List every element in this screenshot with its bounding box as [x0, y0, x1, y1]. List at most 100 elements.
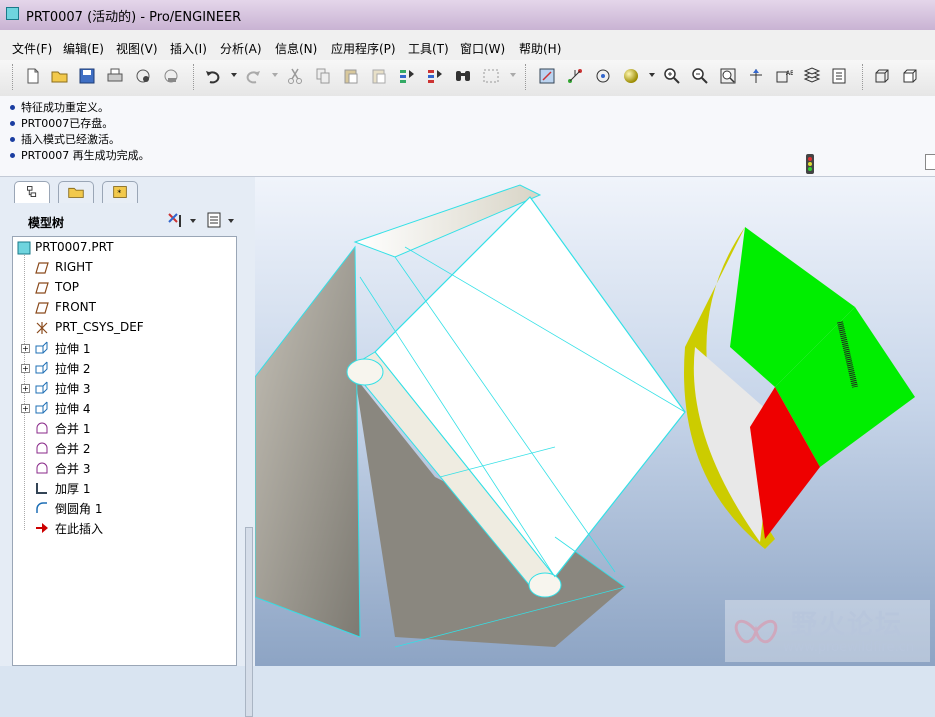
- model-tree: PRT0007.PRT RIGHT TOP FRONT PRT_CSYS_DEF…: [12, 236, 237, 666]
- message-area: 特征成功重定义。 PRT0007已存盘。 插入模式已经激活。 PRT0007 再…: [0, 96, 935, 177]
- cube-round-corner: [528, 572, 562, 598]
- regenerate-icon[interactable]: [398, 67, 416, 85]
- thicken-icon: [35, 481, 49, 495]
- toolbar: AB: [0, 60, 935, 97]
- merge-icon: [35, 441, 49, 455]
- paste-special-icon[interactable]: [370, 67, 388, 85]
- toolbar-grip[interactable]: [193, 64, 197, 90]
- menu-insert[interactable]: 插入(I): [170, 40, 207, 57]
- regen-manager-icon[interactable]: [426, 67, 444, 85]
- select-box-icon[interactable]: [482, 67, 500, 85]
- message-line: PRT0007 再生成功完成。: [10, 147, 150, 163]
- toolbar-grip[interactable]: [862, 64, 866, 90]
- send-link-icon[interactable]: [162, 67, 180, 85]
- insert-here-arrow-icon: [35, 521, 49, 535]
- layers-icon[interactable]: [803, 67, 821, 85]
- extrude-icon: [35, 341, 49, 355]
- svg-text:AB: AB: [786, 70, 793, 77]
- panel-splitter[interactable]: [245, 527, 253, 717]
- print-icon[interactable]: [106, 67, 124, 85]
- view-manager-icon[interactable]: [831, 67, 849, 85]
- paste-icon[interactable]: [342, 67, 360, 85]
- forum-watermark: 野火论坛 www.proewildfire.cn: [725, 600, 930, 662]
- navigator-panel: * 模型树 PRT0007.PRT RIGHT TOP FRONT PRT_CS…: [0, 177, 255, 717]
- watermark-url: www.proewildfire.cn: [783, 640, 914, 655]
- select-dropdown-icon[interactable]: [510, 73, 516, 77]
- saved-views-icon[interactable]: AB: [775, 67, 793, 85]
- undo-dropdown-icon[interactable]: [231, 73, 237, 77]
- tab-model-tree[interactable]: [14, 181, 50, 203]
- app-icon: [6, 7, 19, 20]
- model-3d-view[interactable]: [255, 177, 935, 666]
- menu-edit[interactable]: 编辑(E): [63, 40, 104, 57]
- part-icon: [17, 241, 31, 255]
- menu-window[interactable]: 窗口(W): [460, 40, 505, 57]
- show-dropdown-icon[interactable]: [228, 219, 234, 223]
- menu-file[interactable]: 文件(F): [12, 40, 52, 57]
- copy-icon[interactable]: [314, 67, 332, 85]
- csys-icon: [35, 321, 49, 335]
- orient-mode-icon[interactable]: [594, 67, 612, 85]
- send-mail-icon[interactable]: [134, 67, 152, 85]
- merge-icon: [35, 461, 49, 475]
- menu-tools[interactable]: 工具(T): [408, 40, 449, 57]
- refit-icon[interactable]: [719, 67, 737, 85]
- show-columns-icon[interactable]: [206, 211, 222, 229]
- watermark-butterfly-icon: [734, 619, 778, 644]
- search-binoculars-icon[interactable]: [454, 67, 472, 85]
- repaint-icon[interactable]: [538, 67, 556, 85]
- message-line: 插入模式已经激活。: [10, 131, 120, 147]
- expand-toggle[interactable]: +: [21, 404, 30, 413]
- expand-toggle[interactable]: +: [21, 364, 30, 373]
- shading-sphere-icon[interactable]: [622, 67, 640, 85]
- tree-settings-dropdown-icon[interactable]: [190, 219, 196, 223]
- redo-icon[interactable]: [244, 67, 262, 85]
- window-title: PRT0007 (活动的) - Pro/ENGINEER: [26, 10, 242, 25]
- title-bar: PRT0007 (活动的) - Pro/ENGINEER: [0, 0, 935, 30]
- menu-analysis[interactable]: 分析(A): [220, 40, 262, 57]
- shading-dropdown-icon[interactable]: [649, 73, 655, 77]
- smart-filter-button[interactable]: [925, 154, 935, 170]
- reorient-icon[interactable]: [747, 67, 765, 85]
- graphics-window[interactable]: [255, 177, 935, 666]
- merge-icon: [35, 421, 49, 435]
- svg-text:*: *: [117, 188, 121, 198]
- expand-toggle[interactable]: +: [21, 384, 30, 393]
- traffic-light-icon[interactable]: [800, 152, 820, 176]
- expand-toggle[interactable]: +: [21, 344, 30, 353]
- datum-plane-icon: [35, 301, 49, 315]
- zoom-in-icon[interactable]: [663, 67, 681, 85]
- wireframe-icon[interactable]: [873, 67, 891, 85]
- redo-dropdown-icon[interactable]: [272, 73, 278, 77]
- save-icon[interactable]: [78, 67, 96, 85]
- menu-applications[interactable]: 应用程序(P): [331, 40, 396, 57]
- toolbar-grip[interactable]: [525, 64, 529, 90]
- undo-icon[interactable]: [204, 67, 222, 85]
- zoom-out-icon[interactable]: [691, 67, 709, 85]
- datum-plane-icon: [35, 261, 49, 275]
- cut-icon[interactable]: [286, 67, 304, 85]
- round-icon: [35, 501, 49, 515]
- menu-view[interactable]: 视图(V): [116, 40, 158, 57]
- tab-favorites[interactable]: *: [102, 181, 138, 203]
- spin-center-icon[interactable]: [566, 67, 584, 85]
- menu-info[interactable]: 信息(N): [275, 40, 317, 57]
- model-tree-header: 模型树: [10, 205, 240, 235]
- open-folder-icon[interactable]: [51, 67, 69, 85]
- tab-folder-browser[interactable]: [58, 181, 94, 203]
- datum-plane-icon: [35, 281, 49, 295]
- model-tree-title: 模型树: [28, 216, 65, 230]
- message-line: PRT0007已存盘。: [10, 115, 113, 131]
- toolbar-grip[interactable]: [12, 64, 16, 90]
- menu-bar: 文件(F) 编辑(E) 视图(V) 插入(I) 分析(A) 信息(N) 应用程序…: [0, 30, 935, 60]
- cube-side-face: [255, 247, 360, 637]
- watermark-name: 野火论坛: [791, 610, 904, 640]
- extrude-icon: [35, 381, 49, 395]
- cube-round-corner: [346, 358, 384, 386]
- menu-help[interactable]: 帮助(H): [519, 40, 561, 57]
- hidden-line-icon[interactable]: [901, 67, 919, 85]
- new-file-icon[interactable]: [24, 67, 42, 85]
- tree-settings-icon[interactable]: [166, 211, 186, 229]
- extrude-icon: [35, 401, 49, 415]
- message-line: 特征成功重定义。: [10, 99, 109, 115]
